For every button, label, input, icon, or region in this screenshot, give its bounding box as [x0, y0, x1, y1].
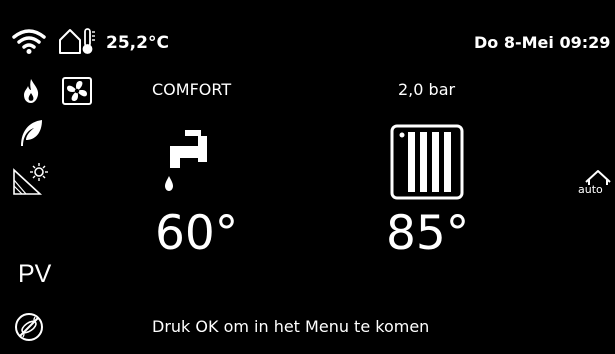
fan-icon — [62, 77, 92, 105]
mode-label: COMFORT — [152, 80, 232, 99]
no-legionella-icon — [15, 313, 43, 341]
solar-panel-icon — [13, 163, 48, 195]
hot-water-tap-icon — [165, 130, 207, 191]
auto-mode-badge: auto — [578, 166, 615, 202]
leaf-icon — [21, 120, 42, 146]
auto-label: auto — [578, 183, 603, 196]
radiator-icon — [390, 124, 464, 200]
flame-icon — [24, 79, 39, 103]
pv-label: PV — [18, 260, 52, 288]
outside-temperature: 25,2°C — [106, 33, 169, 53]
menu-hint: Druk OK om in het Menu te komen — [152, 317, 430, 336]
boiler-display: 25,2°C Do 8-Mei 09:29 PV COMFORT 2,0 bar… — [0, 0, 615, 354]
pressure-label: 2,0 bar — [398, 80, 456, 99]
date-time: Do 8-Mei 09:29 — [474, 33, 611, 52]
dhw-setpoint: 60° — [155, 206, 239, 261]
house-thermometer-icon — [59, 28, 95, 54]
heating-setpoint: 85° — [386, 206, 470, 261]
wifi-icon — [12, 29, 46, 54]
